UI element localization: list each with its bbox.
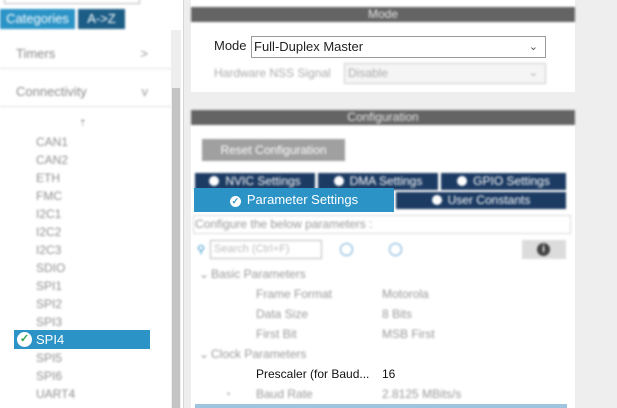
az-sort-button[interactable]: A->Z [78,9,125,29]
vertical-scrollbar-thumb[interactable] [172,88,180,408]
list-item[interactable]: I2C1 [36,205,61,223]
search-placeholder: Search (Ctrl+F) [214,243,290,255]
check-icon [333,176,344,186]
list-item[interactable]: CAN1 [36,133,68,151]
info-button[interactable]: i [522,240,566,259]
mode-select-value: Full-Duplex Master [254,39,364,54]
list-item[interactable]: I2C2 [36,223,61,241]
nss-label: Hardware NSS Signal [214,66,331,80]
tab-label: GPIO Settings [473,174,550,188]
categories-bar: Categories A->Z [0,9,183,29]
tab-label: User Constants [447,193,531,207]
bullet-icon: • [227,389,231,399]
tab-parameter-settings[interactable]: ✓ Parameter Settings [194,188,394,212]
check-icon: ✓ [17,332,32,347]
search-input[interactable]: Search (Ctrl+F) [210,240,322,259]
mode-label: Mode [214,38,247,53]
param-value-baud-rate: 2.8125 MBits/s [382,387,462,401]
tab-user-constants[interactable]: User Constants [396,192,566,209]
nss-select-value: Disable [348,66,389,80]
left-pane: Categories A->Z Timers > Connectivity v … [0,0,184,408]
list-item[interactable]: SPI1 [36,277,62,295]
group-basic-parameters[interactable]: ⌄ Basic Parameters [199,267,306,281]
list-item[interactable]: CAN2 [36,151,68,169]
check-icon [209,176,220,186]
info-icon: i [537,243,550,256]
check-icon [431,195,442,205]
chevron-down-icon: ⌄ [528,67,538,79]
list-item-label: SPI4 [36,332,65,347]
section-timers-label: Timers [16,46,56,61]
param-label-frame-format: Frame Format [256,287,333,301]
chevron-down-icon: ⌄ [528,41,538,53]
chevron-down-icon: ⌄ [199,267,210,281]
collapse-all-icon[interactable] [389,243,402,256]
list-item[interactable]: FMC [36,187,62,205]
list-item[interactable]: UART4 [36,385,75,403]
section-connectivity-label: Connectivity [16,84,87,99]
check-icon: ✓ [229,196,241,207]
param-label-baud-rate: Baud Rate [256,387,313,401]
group-label: Basic Parameters [211,267,306,281]
tab-label: DMA Settings [349,174,423,188]
section-timers[interactable]: Timers > [0,40,172,69]
nss-select[interactable]: Disable ⌄ [344,63,546,84]
chevron-right-icon: > [140,46,148,61]
chevron-down-icon: ⌄ [199,347,210,361]
list-item[interactable]: SPI5 [36,349,62,367]
expand-all-icon[interactable] [340,243,353,256]
list-item[interactable]: SPI3 [36,313,62,331]
param-value-data-size[interactable]: 8 Bits [382,307,412,321]
filter-input[interactable] [4,0,140,4]
tab-gpio-settings[interactable]: GPIO Settings [441,173,566,190]
tab-label: Parameter Settings [246,192,359,207]
categories-button[interactable]: Categories [0,9,75,29]
param-value-first-bit[interactable]: MSB First [382,327,435,341]
list-item[interactable]: SDIO [36,259,65,277]
configure-hint: Configure the below parameters : [193,215,571,234]
tab-label: NVIC Settings [225,174,301,188]
param-label-data-size: Data Size [256,307,309,321]
section-connectivity[interactable]: Connectivity v [0,78,172,107]
param-label-prescaler: Prescaler (for Baud... [256,367,370,381]
configuration-header: Configuration [191,110,575,125]
param-label-first-bit: First Bit [256,327,297,341]
horizontal-scrollbar[interactable] [195,404,567,408]
list-item[interactable]: SPI2 [36,295,62,313]
param-value-frame-format[interactable]: Motorola [382,287,429,301]
param-value-prescaler[interactable]: 16 [382,367,395,381]
group-label: Clock Parameters [211,347,307,361]
sort-arrow-icon[interactable]: ⇡ [79,118,87,129]
reset-configuration-button[interactable]: Reset Configuration [202,139,345,161]
group-clock-parameters[interactable]: ⌄ Clock Parameters [199,347,306,361]
list-item[interactable]: I2C3 [36,241,61,259]
search-icon[interactable]: ⚲ [197,243,205,256]
list-item[interactable]: ETH [36,169,60,187]
list-item-spi4-selected[interactable]: ✓ SPI4 [14,330,150,349]
chevron-down-icon: v [141,84,149,99]
mode-select[interactable]: Full-Duplex Master ⌄ [251,36,546,58]
check-icon [457,176,468,186]
configure-hint-text: Configure the below parameters : [195,217,373,231]
mode-header: Mode [191,7,575,22]
list-item[interactable]: SPI6 [36,367,62,385]
